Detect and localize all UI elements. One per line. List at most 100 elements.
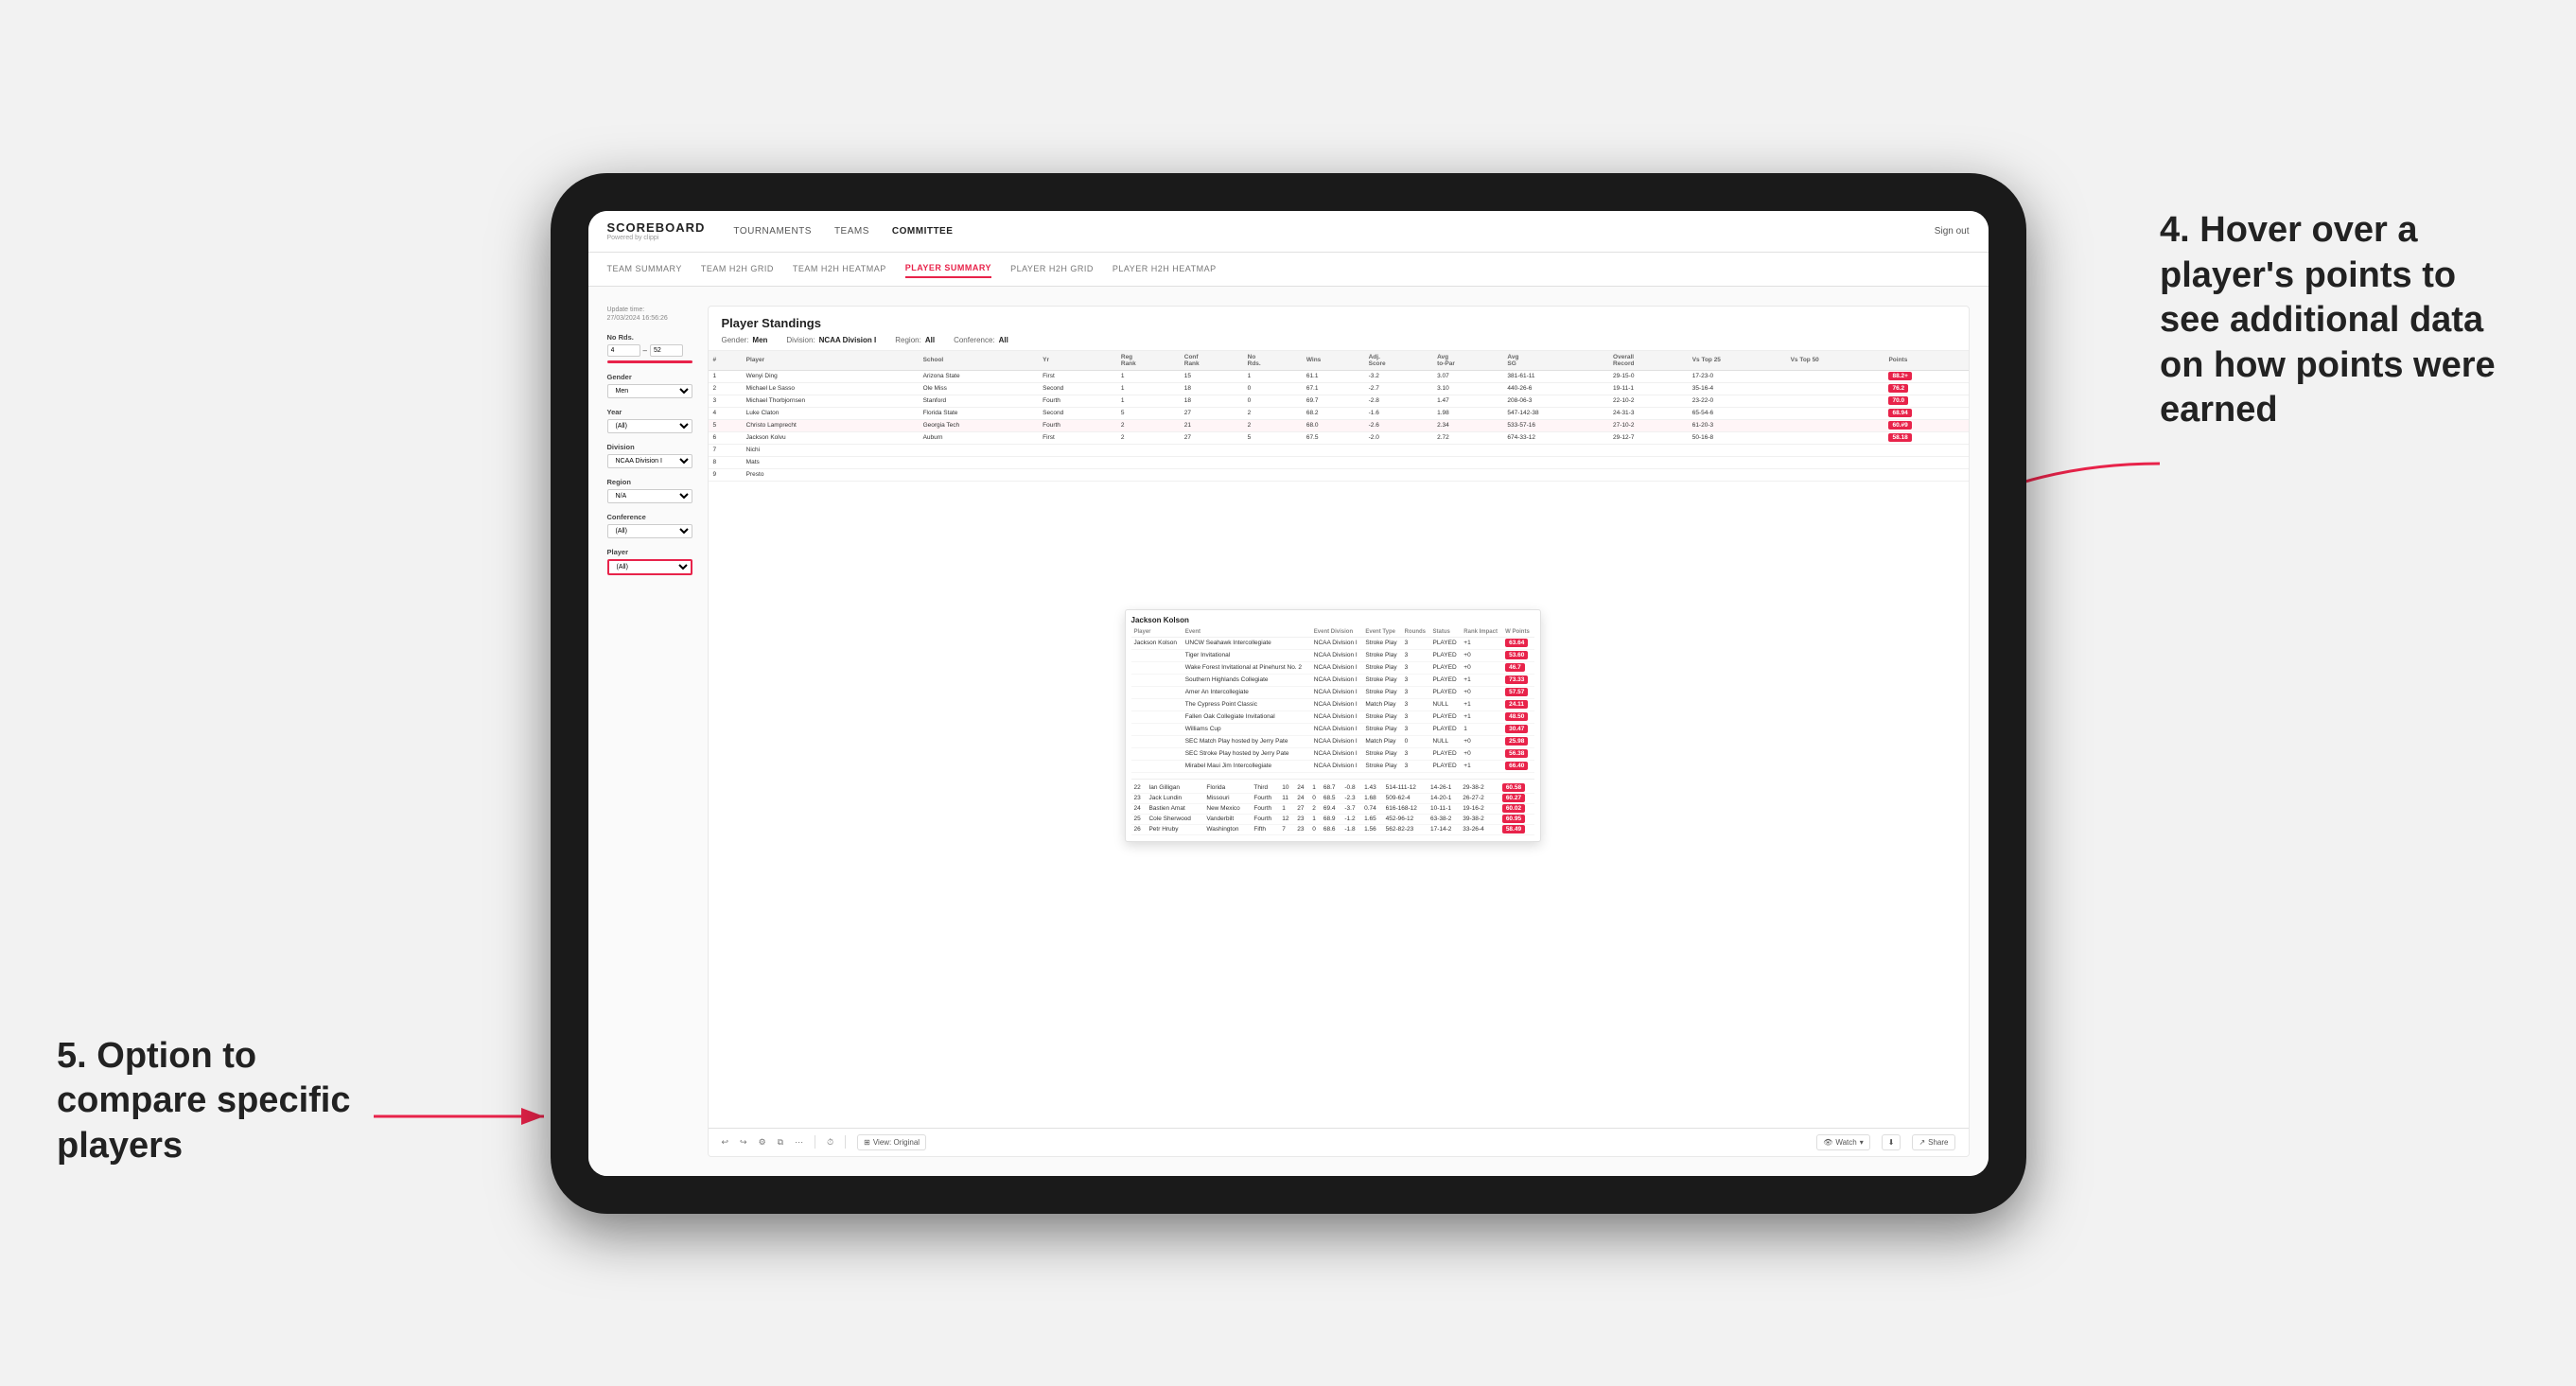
table-row: 9 Presto xyxy=(709,468,1969,481)
points-2[interactable]: 76.2 xyxy=(1884,382,1968,395)
region-select[interactable]: N/A xyxy=(607,489,692,503)
player-select[interactable]: (All) xyxy=(607,559,692,575)
col-adj-score: Adj.Score xyxy=(1364,351,1432,371)
table-row: 8 Mats xyxy=(709,456,1969,468)
undo-icon[interactable]: ↩ xyxy=(722,1137,729,1148)
sub-nav-team-h2h-heatmap[interactable]: TEAM H2H HEATMAP xyxy=(793,260,886,277)
event-row: Williams Cup NCAA Division I Stroke Play… xyxy=(1131,723,1534,735)
event-col-type: Event Type xyxy=(1362,628,1401,638)
event-row: Jackson Kolson UNCW Seahawk Intercollegi… xyxy=(1131,637,1534,649)
sub-nav-player-summary[interactable]: PLAYER SUMMARY xyxy=(905,259,991,278)
yr-1: First xyxy=(1038,370,1116,382)
event-row: The Cypress Point Classic NCAA Division … xyxy=(1131,698,1534,711)
player-wenyi: Wenyi Ding xyxy=(742,370,919,382)
table-row: 24 Bastien Amat New Mexico Fourth 1 27 2… xyxy=(1131,803,1534,814)
bottom-toolbar: ↩ ↪ ⚙ ⧉ ⋯ ⏱ ⊞ View: Original xyxy=(709,1128,1969,1156)
filter-player: Player (All) xyxy=(607,548,692,575)
table-row: 3 Michael Thorbjornsen Stanford Fourth 1… xyxy=(709,395,1969,407)
table-row: 7 Nichi xyxy=(709,444,1969,456)
gender-filter-display: Gender: Men xyxy=(722,336,768,344)
table-header: Player Standings Gender: Men Division: N… xyxy=(709,307,1969,351)
tooltip-player-name: Jackson Kolson xyxy=(1131,616,1534,624)
school-1: Arizona State xyxy=(919,370,1039,382)
sub-nav-player-h2h-grid[interactable]: PLAYER H2H GRID xyxy=(1010,260,1094,277)
event-col-player: Player xyxy=(1131,628,1183,638)
no-rds-max-input[interactable] xyxy=(650,344,683,357)
copy-icon[interactable]: ⧉ xyxy=(778,1137,783,1148)
points-4[interactable]: 68.94 xyxy=(1884,407,1968,419)
division-filter-display: Division: NCAA Division I xyxy=(786,336,876,344)
sub-nav-team-summary[interactable]: TEAM SUMMARY xyxy=(607,260,682,277)
sub-nav: TEAM SUMMARY TEAM H2H GRID TEAM H2H HEAT… xyxy=(588,253,1989,287)
table-scroll-container[interactable]: # Player School Yr RegRank ConfRank NoRd… xyxy=(709,351,1969,1128)
division-select[interactable]: NCAA Division I xyxy=(607,454,692,468)
division-filter-val: NCAA Division I xyxy=(819,336,877,344)
tablet-screen: SCOREBOARD Powered by clippi TOURNAMENTS… xyxy=(588,211,1989,1176)
download-icon: ⬇ xyxy=(1888,1138,1895,1147)
col-points: Points xyxy=(1884,351,1968,371)
table-row: 25 Cole Sherwood Vanderbilt Fourth 12 23… xyxy=(1131,814,1534,824)
col-reg-rank: RegRank xyxy=(1116,351,1180,371)
download-button[interactable]: ⬇ xyxy=(1882,1134,1901,1150)
conference-select[interactable]: (All) xyxy=(607,524,692,538)
year-select[interactable]: (All) xyxy=(607,419,692,433)
view-icon: ⊞ xyxy=(864,1138,870,1147)
points-1[interactable]: 88.2+ xyxy=(1884,370,1968,382)
more-icon[interactable]: ⋯ xyxy=(795,1137,803,1148)
filter-conference: Conference (All) xyxy=(607,513,692,538)
top-nav: SCOREBOARD Powered by clippi TOURNAMENTS… xyxy=(588,211,1989,253)
nav-teams[interactable]: TEAMS xyxy=(834,222,869,240)
points-5[interactable]: 60.#9 xyxy=(1884,419,1968,431)
division-filter-label: Division: xyxy=(786,336,815,344)
watch-button[interactable]: 👁 Watch ▾ xyxy=(1816,1134,1870,1150)
event-row: SEC Stroke Play hosted by Jerry Pate NCA… xyxy=(1131,747,1534,760)
nav-tournaments[interactable]: TOURNAMENTS xyxy=(733,222,812,240)
conference-label: Conference xyxy=(607,513,692,521)
points-6[interactable]: 58.18 xyxy=(1884,431,1968,444)
col-avg-to-par: Avgto-Par xyxy=(1432,351,1502,371)
event-table-body: Jackson Kolson UNCW Seahawk Intercollegi… xyxy=(1131,637,1534,772)
annotation-left-text: Option to compare specific players xyxy=(57,1036,350,1166)
filter-division: Division NCAA Division I xyxy=(607,443,692,468)
tablet-frame: SCOREBOARD Powered by clippi TOURNAMENTS… xyxy=(551,173,2026,1214)
table-filters-row: Gender: Men Division: NCAA Division I Re… xyxy=(722,336,1955,344)
settings-icon[interactable]: ⚙ xyxy=(759,1137,766,1148)
filter-gender: Gender Men xyxy=(607,373,692,398)
sign-out-button[interactable]: Sign out xyxy=(1935,226,1970,237)
clock-icon[interactable]: ⏱ xyxy=(827,1137,833,1148)
no-rds-min-input[interactable] xyxy=(607,344,640,357)
sub-nav-player-h2h-heatmap[interactable]: PLAYER H2H HEATMAP xyxy=(1113,260,1217,277)
nav-committee[interactable]: COMMITTEE xyxy=(892,222,954,240)
gender-filter-label: Gender: xyxy=(722,336,749,344)
col-conf-rank: ConfRank xyxy=(1180,351,1243,371)
region-filter-display: Region: All xyxy=(895,336,935,344)
event-col-event: Event xyxy=(1183,628,1311,638)
annotation-left: 5. Option to compare specific players xyxy=(57,1034,369,1169)
event-header-row: Player Event Event Division Event Type R… xyxy=(1131,628,1534,638)
event-row: Tiger Invitational NCAA Division I Strok… xyxy=(1131,649,1534,661)
main-content: Update time: 27/03/2024 16:56:26 No Rds.… xyxy=(588,287,1989,1176)
sub-nav-team-h2h-grid[interactable]: TEAM H2H GRID xyxy=(701,260,774,277)
region-filter-val: All xyxy=(925,336,935,344)
conference-filter-display: Conference: All xyxy=(954,336,1008,344)
table-row: 1 Wenyi Ding Arizona State First 1 15 1 … xyxy=(709,370,1969,382)
gender-select[interactable]: Men xyxy=(607,384,692,398)
event-table-head: Player Event Event Division Event Type R… xyxy=(1131,628,1534,638)
logo-area: SCOREBOARD Powered by clippi xyxy=(607,220,706,241)
redo-icon[interactable]: ↪ xyxy=(740,1137,747,1148)
separator-2 xyxy=(845,1135,846,1149)
table-header-row: # Player School Yr RegRank ConfRank NoRd… xyxy=(709,351,1969,371)
arrow-left xyxy=(364,1088,553,1145)
no-rds-slider[interactable] xyxy=(607,360,692,363)
event-row: Fallen Oak Collegiate Invitational NCAA … xyxy=(1131,711,1534,723)
share-button[interactable]: ↗ Share xyxy=(1912,1134,1954,1150)
event-row: Wake Forest Invitational at Pinehurst No… xyxy=(1131,661,1534,674)
points-3[interactable]: 70.0 xyxy=(1884,395,1968,407)
col-player: Player xyxy=(742,351,919,371)
eye-icon: 👁 xyxy=(1823,1138,1832,1147)
table-head: # Player School Yr RegRank ConfRank NoRd… xyxy=(709,351,1969,371)
view-original-button[interactable]: ⊞ View: Original xyxy=(857,1134,926,1150)
col-no-rds: NoRds. xyxy=(1243,351,1302,371)
no-rds-range: – xyxy=(607,344,692,357)
rank-1: 1 xyxy=(709,370,742,382)
